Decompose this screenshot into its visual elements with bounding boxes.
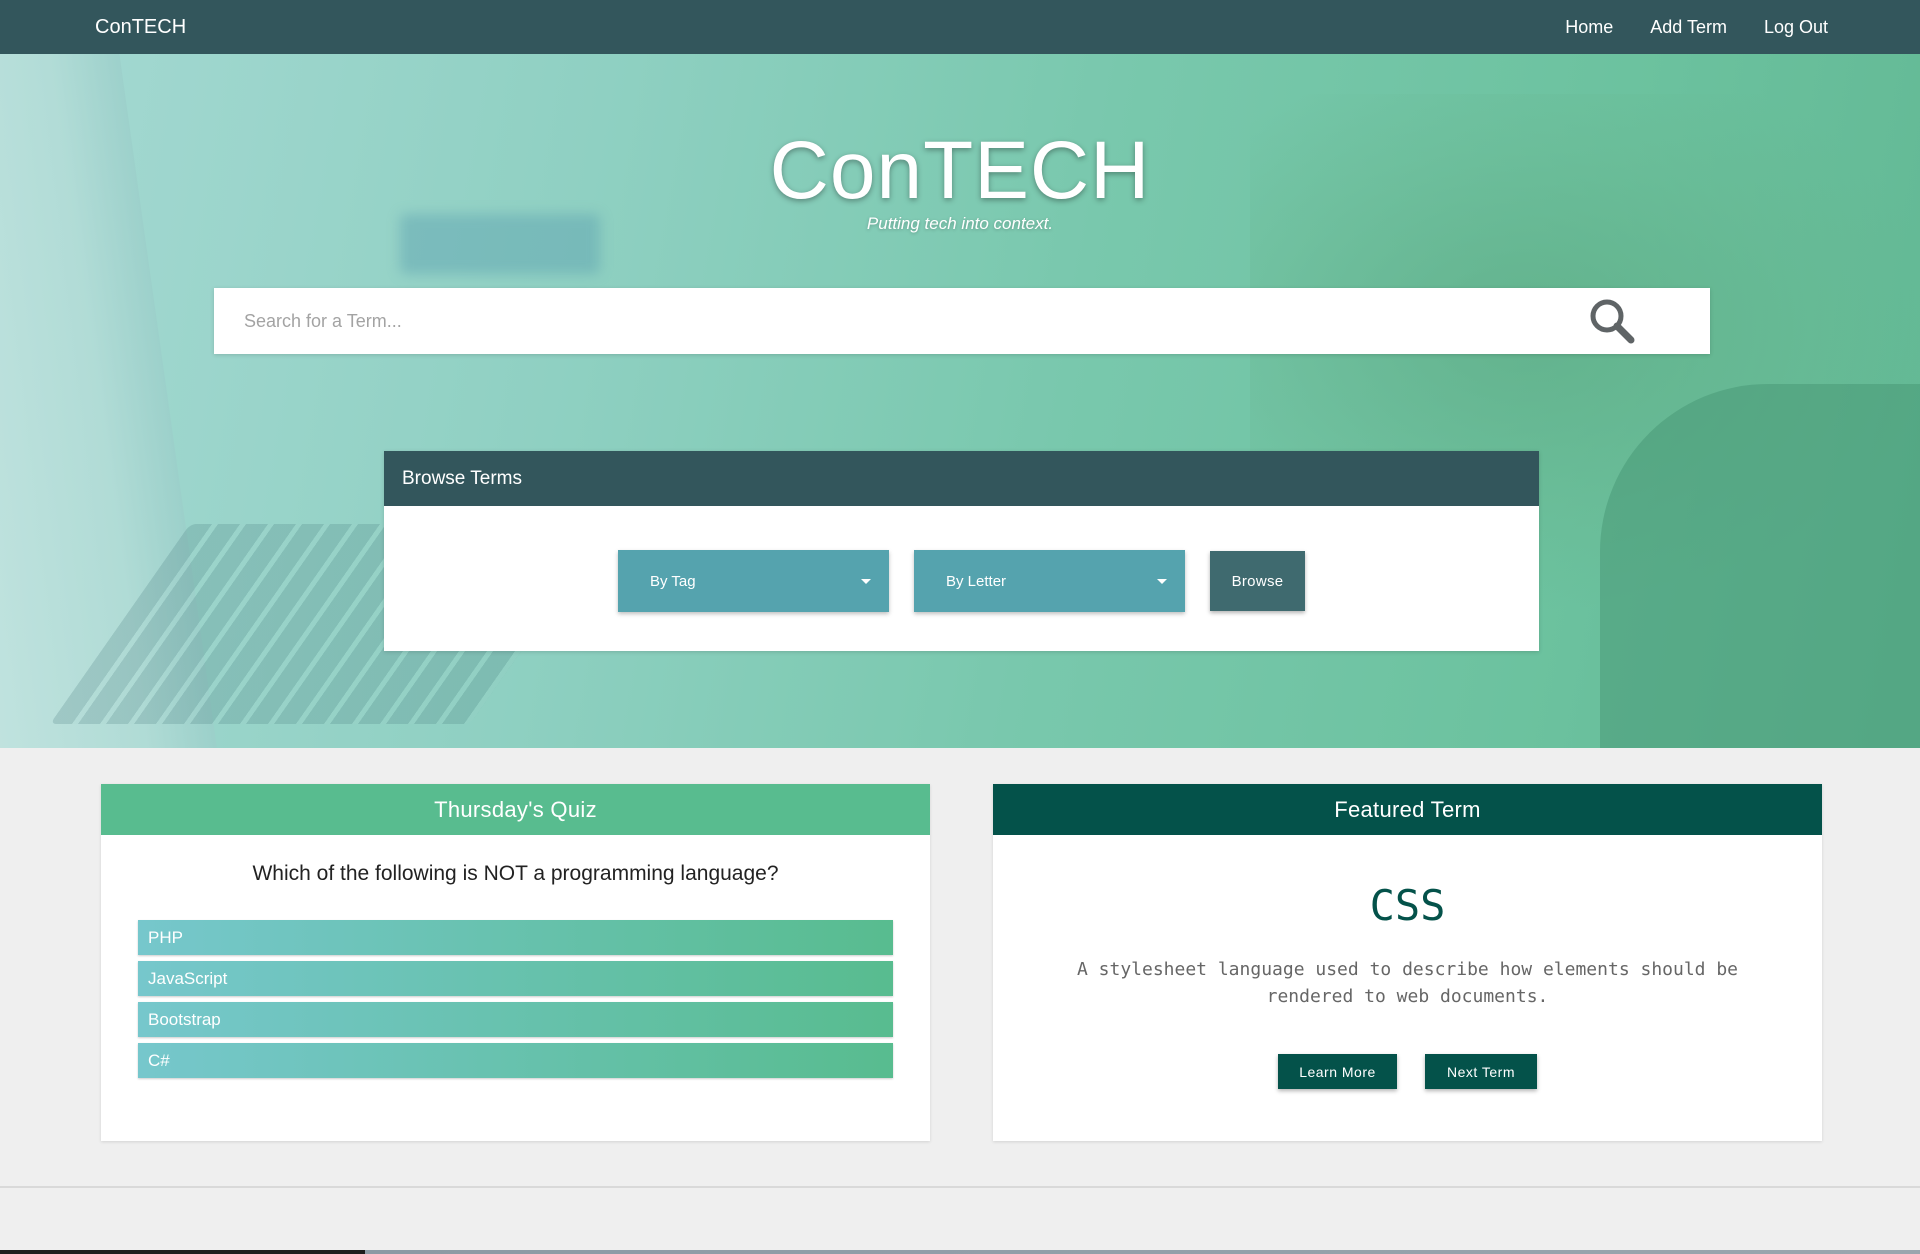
nav-links: Home Add Term Log Out [1565,17,1828,38]
brand-link[interactable]: ConTECH [95,16,186,39]
featured-term-card: Featured Term CSS A stylesheet language … [993,784,1822,1141]
next-term-button[interactable]: Next Term [1425,1054,1537,1089]
quiz-question: Which of the following is NOT a programm… [252,862,779,885]
quiz-option-csharp[interactable]: C# [138,1043,893,1078]
search-button[interactable] [1582,291,1642,351]
hero-background-shadow [1600,384,1920,748]
by-letter-select[interactable]: By Letter [914,550,1185,612]
search-input[interactable] [214,288,1582,354]
by-tag-select-label: By Tag [650,572,696,590]
quiz-card: Thursday's Quiz Which of the following i… [101,784,930,1141]
quiz-option-php[interactable]: PHP [138,920,893,955]
browse-controls: By Tag By Letter Browse [618,550,1305,612]
search-bar [214,288,1710,354]
footer-divider [0,1186,1920,1188]
quiz-options-list: PHP JavaScript Bootstrap C# [138,920,893,1078]
by-tag-select[interactable]: By Tag [618,550,889,612]
nav-home-link[interactable]: Home [1565,17,1613,38]
taskbar-strip [0,1250,1920,1254]
featured-term-actions: Learn More Next Term [993,1054,1822,1089]
hero-tagline: Putting tech into context. [866,214,1054,233]
by-letter-select-label: By Letter [946,572,1007,590]
browse-terms-panel: Browse Terms By Tag By Letter Browse [384,451,1539,651]
featured-term-name: CSS [1369,881,1446,930]
browse-terms-header: Browse Terms [384,451,1539,506]
quiz-card-header: Thursday's Quiz [101,784,930,835]
chevron-down-icon [861,578,871,584]
hero-title: ConTECH [769,125,1151,216]
featured-term-definition: A stylesheet language used to describe h… [1076,959,1739,1007]
learn-more-button[interactable]: Learn More [1278,1054,1397,1089]
nav-log-out-link[interactable]: Log Out [1764,17,1828,38]
nav-add-term-link[interactable]: Add Term [1650,17,1727,38]
chevron-down-icon [1157,578,1167,584]
quiz-option-bootstrap[interactable]: Bootstrap [138,1002,893,1037]
magnifier-icon [1590,299,1635,344]
top-navbar: ConTECH Home Add Term Log Out [0,0,1920,54]
quiz-option-javascript[interactable]: JavaScript [138,961,893,996]
featured-term-header: Featured Term [993,784,1822,835]
browse-button[interactable]: Browse [1210,551,1305,611]
